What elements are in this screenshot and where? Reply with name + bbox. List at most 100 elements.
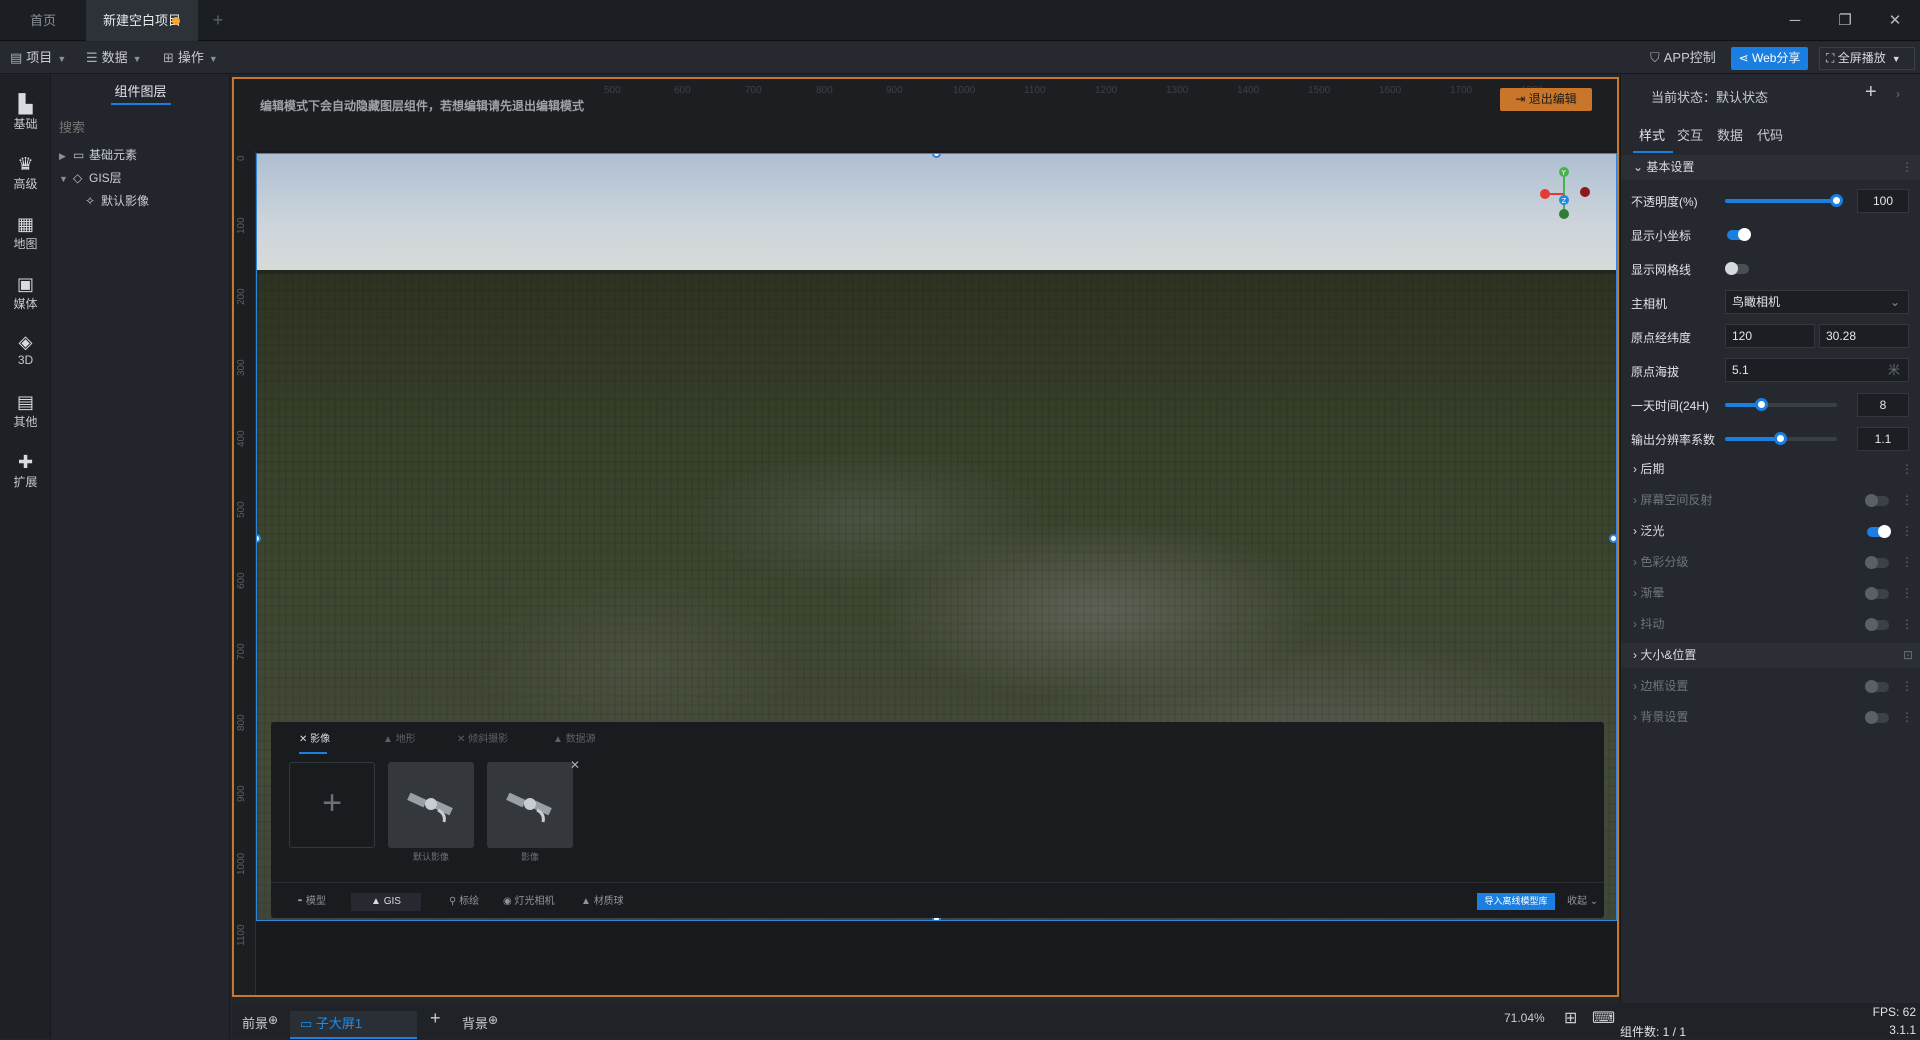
tab-terrain[interactable]: ▲ 地形 [383,728,416,752]
more-icon[interactable]: ⋮ [1901,550,1913,575]
tab-home[interactable]: 首页 [0,0,86,41]
rail-extend[interactable]: ✚ 扩展 [0,441,51,497]
mini-axis-toggle[interactable] [1727,228,1751,241]
imagery-card-image[interactable] [487,762,573,848]
keyboard-icon[interactable]: ⌨ [1592,1008,1615,1028]
more-icon[interactable]: ⋮ [1901,488,1913,513]
add-screen-button[interactable]: + [430,1008,441,1029]
bottom-tab-plot[interactable]: ⚲ 标绘 [449,893,479,911]
background-toggle[interactable] [1865,711,1889,724]
more-icon[interactable]: ⋮ [1901,581,1913,606]
vignette-toggle[interactable] [1865,587,1889,600]
tab-code[interactable]: 代码 [1757,125,1783,144]
rail-advanced[interactable]: ♛ 高级 [0,143,51,199]
bloom-toggle[interactable] [1867,525,1891,538]
section-color-grading[interactable]: › 色彩分级 ⋮ [1621,550,1920,575]
imagery-card-default[interactable] [388,762,474,848]
add-state-button[interactable]: + [1865,81,1877,104]
origin-longitude-input[interactable]: 120 [1725,324,1815,348]
shake-toggle[interactable] [1865,618,1889,631]
section-vignette[interactable]: › 渐晕 ⋮ [1621,581,1920,606]
foreground-button[interactable]: 前景⊕ [242,1013,278,1032]
close-button[interactable]: ✕ [1872,0,1918,41]
section-size-position[interactable]: › 大小&位置 ⊡ [1621,643,1920,668]
collapse-button[interactable]: 收起 ⌄ [1567,893,1598,911]
layer-panel-title[interactable]: 组件图层 [51,75,230,111]
tab-new-project[interactable]: 新建空白项目 [86,0,198,41]
more-icon[interactable]: ⋮ [1901,674,1913,699]
edit-canvas[interactable]: 500 600 700 800 900 1000 1100 1200 1300 … [232,77,1619,997]
tree-item-default-imagery[interactable]: ✧ 默认影像 [85,189,149,213]
crown-icon: ♛ [17,154,34,174]
resolution-slider[interactable] [1725,432,1837,445]
menu-data[interactable]: ☰ 数据 ▼ [86,42,142,74]
section-post[interactable]: › 后期 ⋮ [1621,457,1920,482]
lock-icon[interactable]: ⊡ [1903,643,1913,668]
tree-label: 基础元素 [89,148,138,162]
axis-gizmo-icon[interactable]: Y Z [1537,164,1607,224]
resize-handle[interactable] [1609,534,1616,543]
more-icon[interactable]: ⋮ [1901,457,1913,482]
slider-knob[interactable] [1830,194,1843,207]
section-background[interactable]: › 背景设置 ⋮ [1621,705,1920,730]
origin-altitude-input[interactable]: 5.1 米 [1725,358,1909,382]
section-bloom[interactable]: › 泛光 ⋮ [1621,519,1920,544]
opacity-slider[interactable] [1725,194,1843,207]
screen-tab[interactable]: ▭ 子大屏1 [290,1011,417,1039]
background-button[interactable]: 背景⊕ [462,1013,498,1032]
tab-style[interactable]: 样式 [1632,125,1674,153]
web-share-button[interactable]: ⋖ Web分享 [1731,47,1808,70]
fullscreen-play-button[interactable]: ⛶ 全屏播放 ▼ [1819,47,1915,70]
add-tab-button[interactable]: + [206,0,230,41]
tab-interaction[interactable]: 交互 [1677,125,1703,144]
rail-basic[interactable]: ▙ 基础 [0,83,51,139]
main-camera-select[interactable]: 鸟瞰相机 ⌄ [1725,290,1909,314]
origin-latitude-input[interactable]: 30.28 [1819,324,1909,348]
rail-3d[interactable]: ◈ 3D [0,321,51,377]
ssr-toggle[interactable] [1865,494,1889,507]
tab-data[interactable]: 数据 [1717,125,1743,144]
more-icon[interactable]: ⋮ [1901,155,1913,180]
resolution-input[interactable]: 1.1 [1857,427,1909,451]
section-shake[interactable]: › 抖动 ⋮ [1621,612,1920,637]
menu-operate[interactable]: ⊞ 操作 ▼ [163,42,218,74]
border-toggle[interactable] [1865,680,1889,693]
slider-knob[interactable] [1774,432,1787,445]
add-imagery-card[interactable]: + [289,762,375,848]
exit-edit-button[interactable]: ⇥ 退出编辑 [1500,88,1592,111]
rail-other[interactable]: ▤ 其他 [0,381,51,437]
grid-toggle[interactable] [1725,262,1749,275]
close-icon[interactable]: ✕ [570,758,580,772]
color-grading-toggle[interactable] [1865,556,1889,569]
import-offline-model-button[interactable]: 导入离线模型库 [1477,893,1555,910]
time-of-day-slider[interactable] [1725,398,1837,411]
chevron-right-icon[interactable]: › [1896,87,1900,101]
rail-map[interactable]: ▦ 地图 [0,203,51,259]
more-icon[interactable]: ⋮ [1901,705,1913,730]
more-icon[interactable]: ⋮ [1901,519,1913,544]
bottom-tab-material[interactable]: ▲ 材质球 [581,893,624,911]
tab-imagery[interactable]: ✕ 影像 [299,728,330,754]
layer-search-input[interactable] [59,115,222,139]
gis-scene-viewport[interactable]: Y Z ✕ 影像 ▲ 地形 ✕ 倾斜摄影 ▲ 数据源 + 默认影像 ✕ 影像 ◓… [256,153,1617,921]
section-border[interactable]: › 边框设置 ⋮ [1621,674,1920,699]
slider-knob[interactable] [1754,398,1768,411]
tree-item-gis-layer[interactable]: ▼ ◇ GIS层 [59,166,122,190]
opacity-input[interactable]: 100 [1857,189,1909,213]
bottom-tab-light-camera[interactable]: ◉ 灯光相机 [503,893,555,911]
restore-button[interactable]: ❐ [1822,0,1868,41]
rail-media[interactable]: ▣ 媒体 [0,263,51,319]
tab-oblique[interactable]: ✕ 倾斜摄影 [457,728,508,752]
fit-screen-icon[interactable]: ⊞ [1564,1008,1577,1028]
section-ssr[interactable]: › 屏幕空间反射 ⋮ [1621,488,1920,513]
menu-project[interactable]: ▤ 项目 ▼ [10,42,66,74]
section-basic-settings[interactable]: ⌄ 基本设置 ⋮ [1621,155,1920,180]
bottom-tab-gis[interactable]: ▲ GIS [351,893,421,911]
more-icon[interactable]: ⋮ [1901,612,1913,637]
bottom-tab-model[interactable]: ◓ 模型 [297,893,326,911]
time-of-day-input[interactable]: 8 [1857,393,1909,417]
app-control-button[interactable]: ⛉ APP控制 [1650,42,1716,74]
minimize-button[interactable]: ─ [1772,0,1818,41]
tab-datasource[interactable]: ▲ 数据源 [553,728,596,752]
tree-item-basic-elements[interactable]: ▶ ▭ 基础元素 [59,143,137,167]
